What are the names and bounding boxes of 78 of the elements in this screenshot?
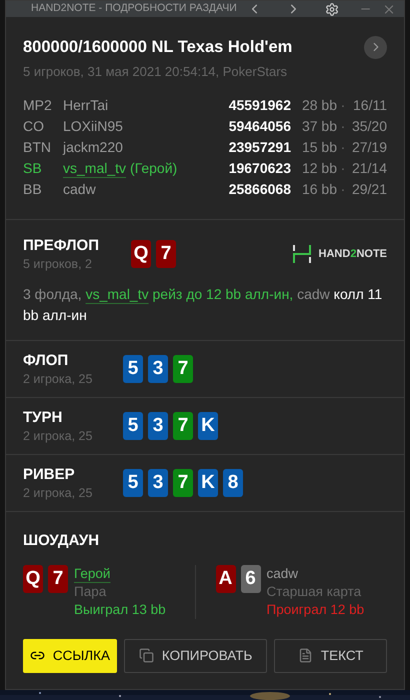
- action-button[interactable]: КОПИРОВАТЬ: [124, 638, 268, 673]
- player-stack: 12 bb: [300, 158, 337, 178]
- player-stats: 35/20: [350, 116, 387, 136]
- player-position: CO: [23, 116, 45, 136]
- player-name: jackm220: [63, 138, 123, 157]
- player-link[interactable]: vs_mal_tv: [86, 286, 149, 302]
- player-id: 25866068: [228, 180, 291, 199]
- street-name: ТУРН: [23, 408, 64, 428]
- hand-combination: Пара: [74, 582, 108, 601]
- logo-icon: [290, 243, 313, 266]
- player-name[interactable]: vs_mal_tv: [63, 158, 126, 179]
- player-id: 59464056: [228, 116, 291, 136]
- street-name: РИВЕР: [23, 465, 76, 486]
- player-name: LOXiiN95: [63, 116, 123, 136]
- document-icon: [298, 648, 313, 664]
- separator-dot: ·: [340, 116, 346, 136]
- playing-card: 3: [148, 412, 168, 440]
- player-position: BB: [23, 180, 43, 199]
- street-info: 2 игрока, 25: [23, 371, 94, 388]
- player-position: SB: [23, 158, 43, 178]
- street-name: ФЛОП: [23, 351, 70, 372]
- copy-icon: [138, 648, 154, 664]
- playing-card: 3: [148, 469, 168, 498]
- playing-card: 7: [156, 240, 176, 268]
- playing-card: 6: [240, 564, 260, 593]
- hand-title: 800000/1600000 NL Texas Hold'em: [23, 37, 292, 58]
- hero-label: (Герой): [130, 158, 178, 178]
- playing-card: 7: [173, 355, 193, 384]
- playing-card: K: [198, 412, 218, 440]
- separator-dot: ·: [340, 96, 346, 115]
- action-text: 3 фолда, vs_mal_tv рейз до 12 bb алл-ин, cadw колл 11 bb алл-ин: [23, 285, 384, 326]
- forward-button[interactable]: [364, 36, 387, 59]
- playing-card: 7: [173, 412, 193, 440]
- player-name: HerrTai: [63, 96, 108, 115]
- player-id: 19670623: [228, 158, 291, 178]
- separator-dot: ·: [340, 158, 346, 178]
- player-stats: 27/19: [350, 138, 387, 157]
- player-stats: 21/14: [350, 158, 387, 178]
- street-info: 2 игрока, 25: [23, 428, 94, 444]
- playing-card: 7: [173, 469, 193, 498]
- player-stack: 15 bb: [300, 138, 337, 157]
- action-button[interactable]: ССЫЛКА: [23, 638, 117, 673]
- hand-subtitle: 5 игроков, 31 мая 2021 20:54:14, PokerStars: [23, 62, 288, 81]
- playing-card: A: [216, 564, 236, 593]
- playing-card: 5: [123, 469, 143, 498]
- settings-icon[interactable]: [324, 2, 339, 16]
- street-info: 2 игрока, 25: [23, 485, 94, 502]
- player-position: MP2: [23, 96, 53, 115]
- player-stats: 29/21: [350, 180, 387, 199]
- player-id: 45591962: [228, 96, 291, 115]
- action-button[interactable]: ТЕКСТ: [274, 638, 387, 673]
- street-info: 5 игроков, 2: [23, 256, 93, 272]
- playing-card: K: [198, 469, 218, 498]
- player-name[interactable]: Герой: [74, 564, 110, 583]
- playing-card: 5: [123, 412, 143, 440]
- playing-card: 3: [148, 355, 168, 384]
- hand-result: Проиграл 12 bb: [266, 600, 364, 619]
- separator-dot: ·: [340, 180, 346, 199]
- player-name: cadw: [266, 564, 298, 583]
- playing-card: 8: [223, 469, 243, 498]
- street-name: ПРЕФЛОП: [23, 236, 100, 256]
- player-stack: 37 bb: [300, 116, 337, 136]
- hand-combination: Старшая карта: [266, 582, 362, 601]
- player-name: cadw: [63, 180, 96, 199]
- player-stack: 16 bb: [300, 180, 337, 199]
- playing-card: Q: [131, 240, 151, 268]
- window-title: HAND2NOTE - ПОДРОБНОСТИ РАЗДАЧИ: [31, 1, 237, 16]
- playing-card: Q: [23, 564, 43, 593]
- showdown-title: ШОУДАУН: [23, 531, 100, 552]
- player-position: BTN: [23, 138, 52, 157]
- player-stats: 16/11: [352, 96, 387, 115]
- playing-card: 7: [48, 564, 68, 593]
- playing-card: 5: [123, 355, 143, 384]
- logo-text: HAND2NOTE: [318, 247, 387, 262]
- player-stack: 28 bb: [300, 96, 337, 115]
- hand-result: Выиграл 13 bb: [74, 600, 166, 619]
- separator-dot: ·: [340, 138, 346, 157]
- player-id: 23957291: [228, 138, 291, 157]
